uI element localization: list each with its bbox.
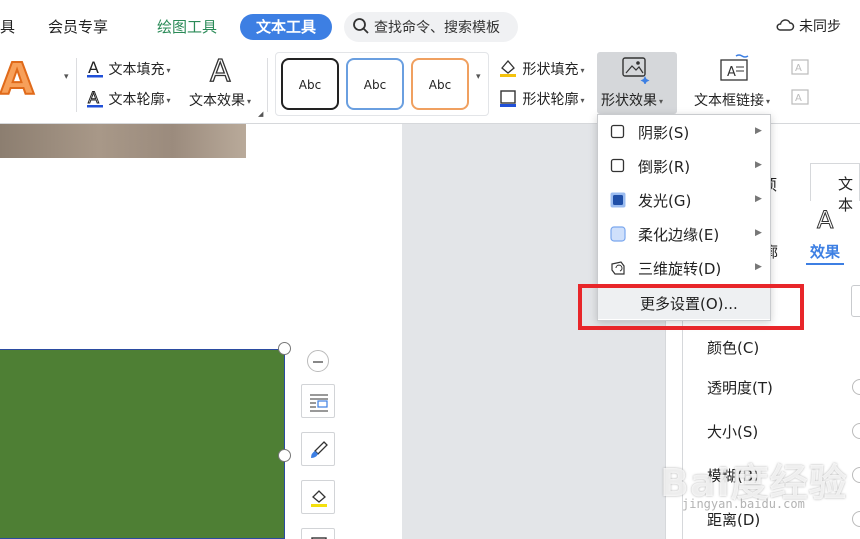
shape-effect-button[interactable]: 形状效果 ▾: [597, 52, 677, 114]
ribbon-separator: [267, 58, 268, 112]
pane-subtab-effect[interactable]: 效果: [810, 241, 840, 262]
text-outline-icon: A: [86, 88, 104, 112]
ribbon-separator: [76, 58, 77, 112]
shape-effect-icon: [621, 56, 651, 88]
menu-item-label: 三维旋转(D): [638, 260, 722, 278]
shadow-icon: [610, 124, 626, 140]
highlight-annotation-box: [578, 284, 804, 330]
shape-outline-label: 形状轮廓: [522, 92, 579, 108]
tab-text-tools[interactable]: 文本工具: [240, 14, 333, 40]
shape-style-sample-3[interactable]: Abc: [411, 58, 469, 110]
shape-outline-icon: [498, 88, 518, 112]
submenu-arrow-icon: ▶: [755, 262, 762, 272]
active-subtab-underline: [806, 263, 844, 265]
shadow-size-label: 大小(S): [707, 423, 759, 441]
shape-style-sample-2[interactable]: Abc: [346, 58, 404, 110]
svg-text:A: A: [795, 93, 802, 104]
layout-options-button[interactable]: [301, 384, 335, 418]
text-effect-icon: A: [207, 52, 237, 89]
wood-image[interactable]: [0, 124, 246, 158]
search-input[interactable]: 查找命令、搜索模板: [374, 17, 500, 37]
text-fill-label: 文本填充: [108, 62, 165, 78]
resize-handle-right[interactable]: [278, 449, 291, 462]
text-outline-button[interactable]: A 文本轮廓 ▾: [86, 88, 170, 112]
submenu-arrow-icon: ▶: [755, 160, 762, 170]
resize-handle-top-right[interactable]: [278, 342, 291, 355]
text-effect-label: 文本效果: [189, 93, 245, 109]
textbox-link-label: 文本框链接: [694, 93, 764, 109]
menu-item-soft-edges[interactable]: 柔化边缘(E) ▶: [598, 217, 770, 251]
shadow-distance-label: 距离(D): [707, 511, 761, 529]
cloud-icon: [775, 17, 795, 37]
svg-text:A: A: [88, 58, 99, 77]
shape-fill-quick-button[interactable]: [301, 480, 335, 514]
shape-effect-label: 形状效果: [601, 93, 657, 109]
text-outline-label: 文本轮廓: [108, 92, 165, 108]
shape-style-gallery-toggle[interactable]: ▾: [476, 72, 481, 82]
sync-status[interactable]: 未同步: [775, 16, 841, 37]
selected-rectangle-shape[interactable]: [0, 349, 285, 539]
break-link-icon[interactable]: A: [789, 86, 811, 112]
submenu-arrow-icon: ▶: [755, 228, 762, 238]
tab-tools-partial[interactable]: 具: [0, 14, 15, 40]
menu-item-label: 阴影(S): [638, 124, 690, 142]
fill-bucket-icon: [311, 490, 327, 507]
glow-icon: [610, 192, 626, 208]
textbox-link-icon: A: [718, 54, 752, 88]
collapse-toolbar-button[interactable]: [307, 350, 329, 372]
shape-fill-button[interactable]: 形状填充 ▾: [498, 58, 584, 82]
tab-drawing-tools[interactable]: 绘图工具: [157, 14, 217, 40]
sync-label: 未同步: [799, 19, 841, 35]
text-wrap-icon: [310, 394, 328, 412]
svg-text:A: A: [210, 54, 231, 86]
shape-fill-label: 形状填充: [522, 62, 579, 78]
reflection-icon: [610, 158, 626, 174]
shadow-color-label: 颜色(C): [707, 339, 760, 357]
shape-fill-icon: [498, 58, 518, 82]
search-box[interactable]: 查找命令、搜索模板: [344, 12, 518, 42]
svg-text:A: A: [795, 63, 802, 74]
watermark-subtext: jingyan.baidu.com: [682, 497, 805, 511]
shape-outline-quick-button[interactable]: [301, 528, 335, 539]
menu-item-label: 倒影(R): [638, 158, 691, 176]
submenu-arrow-icon: ▶: [755, 126, 762, 136]
pane-tab-text-label: 文本: [838, 175, 854, 214]
brush-icon: [311, 441, 328, 458]
submenu-arrow-icon: ▶: [755, 194, 762, 204]
svg-text:A: A: [88, 88, 99, 107]
effect-a-icon: A: [815, 206, 837, 236]
svg-text:A: A: [727, 65, 736, 80]
text-fill-icon: A: [86, 58, 104, 82]
menu-item-label: 柔化边缘(E): [638, 226, 720, 244]
shadow-preset-dropdown[interactable]: [851, 285, 860, 317]
search-icon: [352, 17, 370, 39]
menu-item-shadow[interactable]: 阴影(S) ▶: [598, 115, 770, 149]
dialog-launcher-icon[interactable]: ◢: [258, 110, 263, 118]
create-link-icon[interactable]: A: [789, 56, 811, 82]
svg-text:A: A: [817, 206, 834, 232]
text-fill-button[interactable]: A 文本填充 ▾: [86, 58, 170, 82]
top-tab-bar: 具 会员专享 绘图工具 文本工具 查找命令、搜索模板 未同步: [0, 0, 860, 52]
text-style-gallery-toggle[interactable]: ▾: [64, 72, 69, 82]
menu-item-glow[interactable]: 发光(G) ▶: [598, 183, 770, 217]
3d-rotation-icon: [610, 260, 626, 276]
tab-member[interactable]: 会员专享: [48, 14, 108, 40]
text-style-preview[interactable]: A: [0, 57, 40, 103]
shape-outline-button[interactable]: 形状轮廓 ▾: [498, 88, 584, 112]
shadow-transparency-label: 透明度(T): [707, 379, 773, 397]
menu-item-reflection[interactable]: 倒影(R) ▶: [598, 149, 770, 183]
soft-edges-icon: [610, 226, 626, 242]
menu-item-3d-rotation[interactable]: 三维旋转(D) ▶: [598, 251, 770, 285]
shape-style-button[interactable]: [301, 432, 335, 466]
shape-style-sample-1[interactable]: Abc: [281, 58, 339, 110]
outline-icon: [311, 537, 327, 539]
menu-item-label: 发光(G): [638, 192, 692, 210]
